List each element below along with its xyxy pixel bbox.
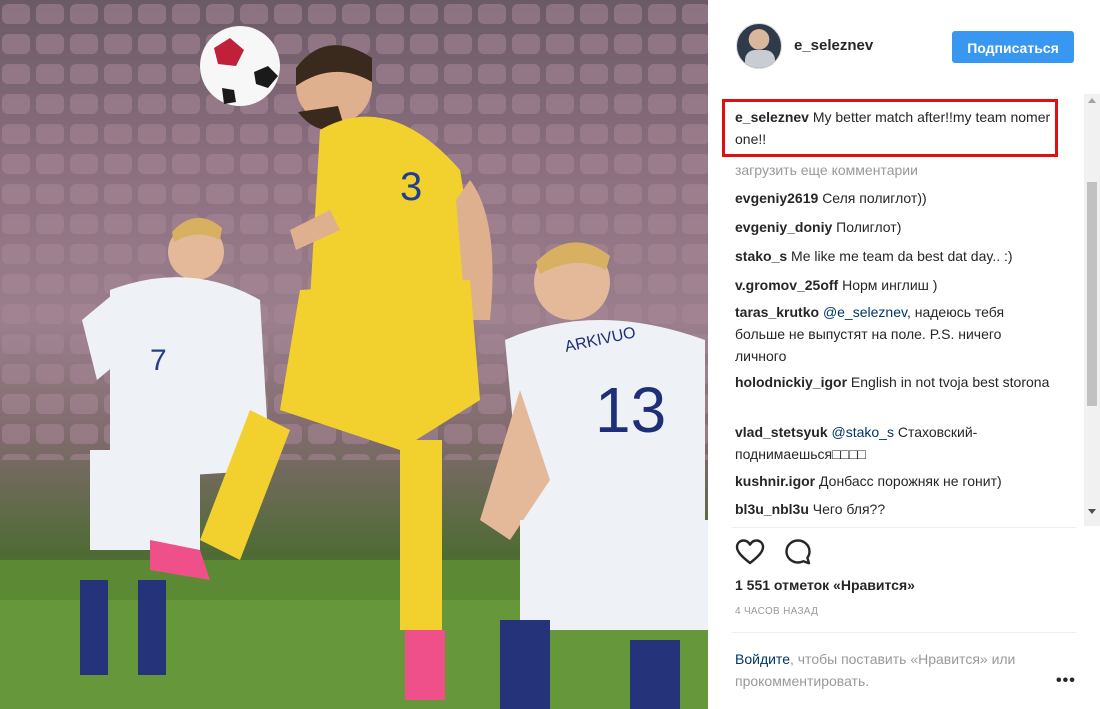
likes-count[interactable]: 1 551 отметок «Нравится» xyxy=(735,577,915,593)
comment-item: vlad_stetsyuk @stako_s Стаховский- подни… xyxy=(735,421,1055,465)
soccer-ball xyxy=(200,26,280,106)
comment-item: evgeniy2619 Селя полиглот)) xyxy=(735,187,1055,209)
scrollbar-thumb[interactable] xyxy=(1087,182,1097,406)
svg-text:3: 3 xyxy=(400,165,422,209)
comment-username[interactable]: holodnickiy_igor xyxy=(735,374,847,390)
more-options-icon[interactable]: ••• xyxy=(1056,672,1076,690)
comment-username[interactable]: stako_s xyxy=(735,248,787,264)
divider xyxy=(732,632,1076,633)
comment-text: Чего бля?? xyxy=(812,501,886,517)
photo-illustration: 7 13 ARKIVUO 3 xyxy=(0,0,708,709)
comment-text: Селя полиглот)) xyxy=(822,190,927,206)
comment-item: evgeniy_doniy Полиглот) xyxy=(735,216,1055,238)
scroll-down-arrow-icon[interactable] xyxy=(1088,509,1096,514)
comments-scrollbar[interactable] xyxy=(1084,94,1100,526)
comment-username[interactable]: vlad_stetsyuk xyxy=(735,424,828,440)
comment-mention[interactable]: @e_seleznev xyxy=(823,304,907,320)
comment-icon[interactable] xyxy=(784,538,812,566)
comment-item: taras_krutko @e_seleznev, надеюсь тебя б… xyxy=(735,301,1055,367)
post-header: e_seleznev Подписаться xyxy=(708,0,1100,94)
comment-username[interactable]: taras_krutko xyxy=(735,304,819,320)
post-side-panel: e_seleznev Подписаться e_seleznev My bet… xyxy=(708,0,1100,709)
comment-text: Норм инглиш ) xyxy=(842,277,938,293)
comment-item: stako_s Me like me team da best dat day.… xyxy=(735,245,1055,267)
comment-username[interactable]: bl3u_nbl3u xyxy=(735,501,809,517)
login-prompt: Войдите, чтобы поставить «Нравится» или … xyxy=(735,648,1045,692)
comments-list[interactable]: e_seleznev My better match after!!my tea… xyxy=(708,94,1084,526)
comment-username[interactable]: v.gromov_25off xyxy=(735,277,838,293)
load-more-comments-link[interactable]: загрузить еще комментарии xyxy=(735,162,918,178)
caption: e_seleznev My better match after!!my tea… xyxy=(735,106,1055,150)
author-username[interactable]: e_seleznev xyxy=(794,37,873,54)
post-photo[interactable]: 7 13 ARKIVUO 3 xyxy=(0,0,708,709)
heart-icon[interactable] xyxy=(735,538,765,566)
comment-item: holodnickiy_igor English in not tvoja be… xyxy=(735,371,1055,393)
divider xyxy=(732,527,1076,528)
scroll-up-arrow-icon[interactable] xyxy=(1088,98,1096,103)
follow-button[interactable]: Подписаться xyxy=(952,31,1074,63)
comment-item: bl3u_nbl3u Чего бля?? xyxy=(735,498,1055,520)
comment-text: Me like me team da best dat day.. :) xyxy=(791,248,1013,264)
comment-text: Донбасс порожняк не гонит) xyxy=(819,473,1002,489)
comment-text: Полиглот) xyxy=(836,219,902,235)
comment-username[interactable]: kushnir.igor xyxy=(735,473,815,489)
comment-item: v.gromov_25off Норм инглиш ) xyxy=(735,274,1055,296)
comment-item: kushnir.igor Донбасс порожняк не гонит) xyxy=(735,470,1055,492)
comment-username[interactable]: evgeniy_doniy xyxy=(735,219,832,235)
login-link[interactable]: Войдите xyxy=(735,651,790,667)
jersey-number-7: 7 xyxy=(150,344,167,377)
comment-text: English in not tvoja best storona xyxy=(850,374,1050,390)
comment-mention[interactable]: @stako_s xyxy=(832,424,894,440)
avatar-figure xyxy=(745,50,775,68)
avatar[interactable] xyxy=(736,23,782,69)
comment-username[interactable]: evgeniy2619 xyxy=(735,190,818,206)
comment-username[interactable]: e_seleznev xyxy=(735,109,809,125)
jersey-number-13: 13 xyxy=(595,374,666,446)
post-timestamp: 4 ЧАСОВ НАЗАД xyxy=(735,606,819,617)
